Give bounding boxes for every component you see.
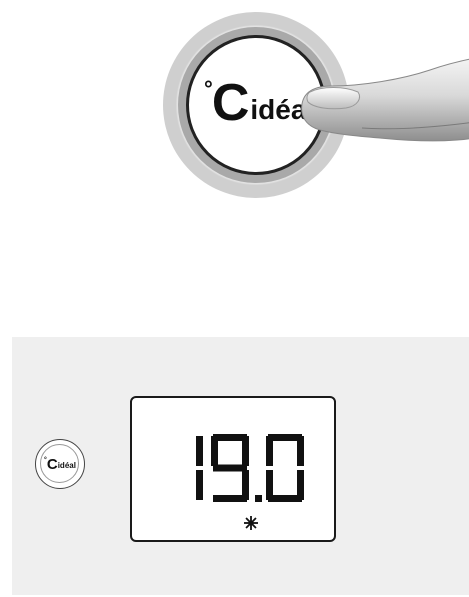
ideal-word: idéa — [250, 94, 307, 125]
segment-b — [297, 436, 304, 466]
digit-9 — [211, 434, 249, 502]
cideal-logo: ° C idéal — [44, 457, 76, 472]
segment-f — [211, 436, 218, 466]
finger-icon — [301, 58, 469, 142]
celsius-letter: C — [211, 74, 250, 132]
segment-b — [242, 436, 249, 466]
segment-d — [268, 495, 302, 502]
segment-f — [266, 436, 273, 466]
cideal-button[interactable]: ° C idéal — [35, 439, 85, 489]
segment-a — [268, 434, 302, 441]
lcd-display: 19.0 — [130, 396, 336, 542]
decimal-point — [255, 495, 262, 502]
celsius-letter: C — [46, 455, 58, 473]
segment-b — [196, 436, 203, 466]
sun-icon — [244, 516, 258, 530]
temperature-readout — [196, 434, 304, 530]
segment-e — [266, 470, 273, 500]
segment-d — [213, 495, 247, 502]
segment-g — [213, 464, 247, 472]
segment-a — [213, 434, 247, 441]
digit-0 — [266, 434, 304, 502]
hero-illustration: ° C idéa — [0, 0, 469, 230]
segment-c — [196, 470, 203, 500]
ideal-word: idéal — [57, 460, 76, 470]
digit-1 — [196, 436, 203, 500]
